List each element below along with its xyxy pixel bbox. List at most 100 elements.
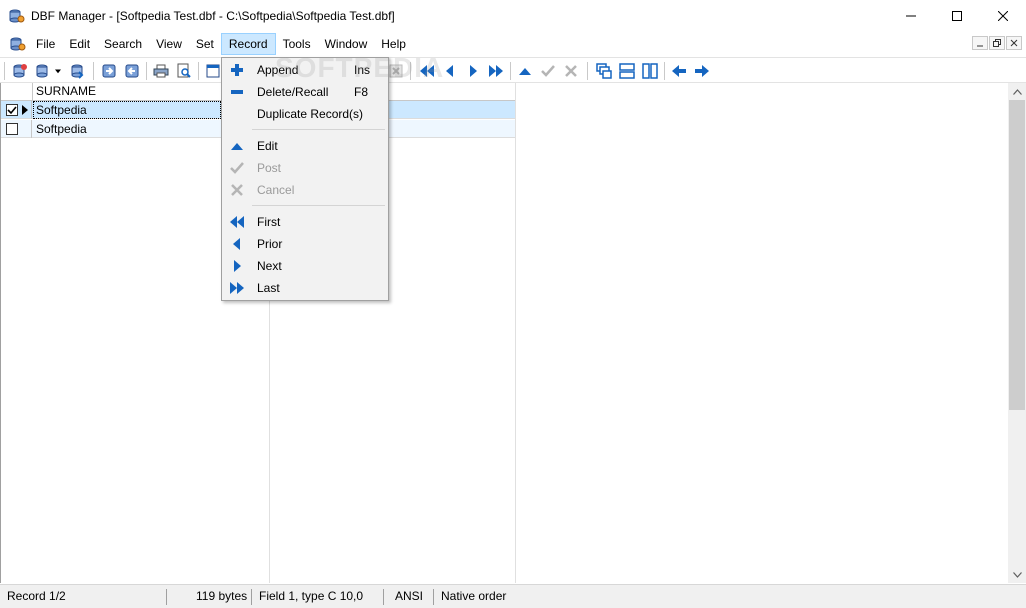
menu-file[interactable]: File (29, 33, 62, 55)
next-window-button[interactable] (692, 61, 712, 81)
post-record-button[interactable] (538, 61, 558, 81)
arrow-right-icon (695, 65, 709, 77)
tile-vertical-icon (642, 63, 658, 79)
toolbar-separator (198, 62, 199, 80)
menu-item-label: Post (257, 161, 282, 175)
export-icon (125, 64, 139, 78)
menu-item-delete-recall[interactable]: Delete/Recall F8 (223, 81, 387, 103)
cancel-record-button[interactable] (561, 61, 581, 81)
table-view[interactable]: SURNAME Softpedia Softpedia (0, 83, 1008, 583)
import-button[interactable] (99, 61, 119, 81)
export-button[interactable] (122, 61, 142, 81)
menu-item-duplicate-records[interactable]: Duplicate Record(s) (223, 103, 387, 125)
toolbar (0, 57, 1026, 83)
cross-icon (565, 65, 577, 77)
open-table-button[interactable] (33, 61, 53, 81)
menu-item-cancel[interactable]: Cancel (223, 179, 387, 201)
cascade-windows-button[interactable] (594, 61, 614, 81)
maximize-button[interactable] (934, 0, 980, 32)
column-divider (515, 83, 516, 583)
tile-horizontal-button[interactable] (617, 61, 637, 81)
menu-bar: File Edit Search View Set Record Tools W… (0, 32, 1026, 56)
window-title: DBF Manager - [Softpedia Test.dbf - C:\S… (31, 9, 395, 23)
edit-record-button[interactable] (515, 61, 535, 81)
right-icon (470, 65, 477, 77)
menu-item-prior[interactable]: Prior (223, 233, 387, 255)
next-record-button[interactable] (463, 61, 483, 81)
status-order: Native order (441, 589, 507, 603)
menu-record[interactable]: Record (220, 33, 276, 55)
print-button[interactable] (151, 61, 171, 81)
toolbar-separator (93, 62, 94, 80)
scroll-up-button[interactable] (1008, 83, 1026, 100)
chevron-up-icon (1012, 88, 1022, 95)
close-icon (1010, 39, 1018, 47)
plus-icon (231, 64, 243, 76)
double-right-icon (489, 65, 503, 77)
table-structure-button[interactable] (203, 61, 223, 81)
menu-item-first[interactable]: First (223, 211, 387, 233)
record-checkbox[interactable] (6, 123, 18, 135)
triangle-up-icon (519, 68, 531, 75)
title-bar: DBF Manager - [Softpedia Test.dbf - C:\S… (0, 0, 1026, 32)
status-field: Field 1, type C 10,0 (259, 589, 364, 603)
double-left-icon (230, 216, 244, 228)
import-icon (102, 64, 116, 78)
minimize-button[interactable] (888, 0, 934, 32)
left-icon (446, 65, 453, 77)
new-table-button[interactable] (10, 61, 30, 81)
last-record-button[interactable] (486, 61, 506, 81)
cell-surname[interactable]: Softpedia (33, 101, 221, 119)
status-separator (383, 589, 384, 605)
scroll-thumb[interactable] (1009, 100, 1025, 410)
printer-icon (153, 64, 169, 78)
maximize-icon (952, 11, 962, 21)
document-icon[interactable] (10, 36, 26, 52)
close-button[interactable] (980, 0, 1026, 32)
new-database-icon (13, 64, 27, 78)
menu-item-last[interactable]: Last (223, 277, 387, 299)
row-indicator (1, 120, 32, 138)
minimize-icon (906, 15, 916, 17)
record-checkbox[interactable] (6, 104, 18, 116)
menu-item-label: Delete/Recall (257, 85, 329, 99)
cell-surname[interactable]: Softpedia (33, 120, 221, 138)
vertical-scrollbar[interactable] (1008, 83, 1026, 583)
scroll-down-button[interactable] (1008, 566, 1026, 583)
open-database-icon (36, 64, 48, 78)
menu-item-shortcut: F8 (354, 85, 369, 99)
restore-icon (993, 39, 1001, 47)
toolbar-separator (146, 62, 147, 80)
check-icon (541, 65, 555, 77)
menu-set[interactable]: Set (189, 33, 221, 55)
menu-item-post[interactable]: Post (223, 157, 387, 179)
cascade-icon (596, 63, 612, 79)
tile-vertical-button[interactable] (640, 61, 660, 81)
table-structure-icon (206, 64, 220, 78)
check-icon (230, 162, 244, 174)
menu-item-label: Last (257, 281, 280, 295)
check-icon (7, 106, 17, 115)
menu-item-next[interactable]: Next (223, 255, 387, 277)
mdi-restore-button[interactable] (989, 36, 1005, 50)
menu-edit[interactable]: Edit (62, 33, 97, 55)
menu-item-edit[interactable]: Edit (223, 135, 387, 157)
print-preview-icon (177, 63, 191, 78)
previous-window-button[interactable] (669, 61, 689, 81)
minus-icon (231, 90, 243, 94)
menu-separator (252, 205, 385, 206)
save-table-button[interactable] (68, 61, 88, 81)
print-preview-button[interactable] (174, 61, 194, 81)
mdi-close-button[interactable] (1006, 36, 1022, 50)
chevron-down-icon (1012, 571, 1022, 578)
chevron-down-icon (55, 69, 61, 74)
mdi-minimize-button[interactable] (972, 36, 988, 50)
status-separator (433, 589, 434, 605)
menu-search[interactable]: Search (97, 33, 149, 55)
toolbar-grip (4, 62, 5, 80)
menu-view[interactable]: View (149, 33, 189, 55)
open-dropdown-button[interactable] (52, 61, 64, 81)
current-row-arrow-icon (22, 105, 28, 115)
status-separator (251, 589, 252, 605)
right-icon (234, 260, 241, 272)
